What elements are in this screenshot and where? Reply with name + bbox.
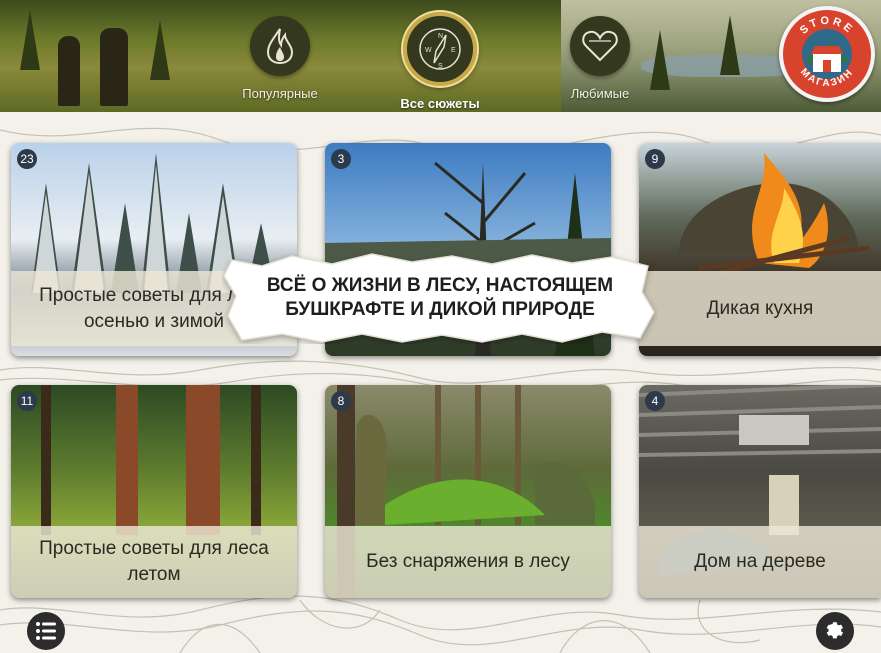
- heart-icon: [570, 16, 630, 76]
- tab-all-stories[interactable]: N W E S Все сюжеты: [380, 12, 500, 111]
- settings-button[interactable]: [816, 612, 854, 650]
- svg-text:S: S: [438, 63, 443, 70]
- story-count-badge: 23: [17, 149, 37, 169]
- svg-text:N: N: [438, 33, 443, 40]
- story-title: Простые советы для леса летом: [11, 526, 297, 598]
- header-banner: Популярные N W E S Все сюжеты Любимые ST…: [0, 0, 881, 112]
- flame-icon: [250, 16, 310, 76]
- tab-popular[interactable]: Популярные: [220, 16, 340, 101]
- list-menu-icon: [36, 622, 56, 640]
- story-title: Дикая кухня: [639, 271, 881, 346]
- header-hiker: [58, 36, 80, 106]
- story-title: Дом на дереве: [639, 526, 881, 598]
- store-button[interactable]: STORE МАГАЗИН: [779, 6, 875, 102]
- story-card[interactable]: 8 Без снаряжения в лесу: [325, 385, 611, 598]
- gear-icon: [826, 622, 844, 639]
- svg-text:E: E: [451, 47, 456, 54]
- story-card[interactable]: 9 Дикая кухня: [639, 143, 881, 356]
- story-count-badge: 4: [645, 391, 665, 411]
- svg-text:W: W: [425, 47, 432, 54]
- list-menu-button[interactable]: [27, 612, 65, 650]
- tab-popular-label: Популярные: [242, 86, 318, 101]
- promo-banner: ВСЁ О ЖИЗНИ В ЛЕСУ, НАСТОЯЩЕМ БУШКРАФТЕ …: [222, 252, 658, 344]
- tab-all-stories-label: Все сюжеты: [400, 96, 480, 111]
- header-tree: [150, 20, 170, 80]
- compass-icon: N W E S: [403, 12, 477, 86]
- story-card[interactable]: 4 Дом на дереве: [639, 385, 881, 598]
- story-count-badge: 11: [17, 391, 37, 411]
- promo-banner-text: ВСЁ О ЖИЗНИ В ЛЕСУ, НАСТОЯЩЕМ БУШКРАФТЕ …: [266, 275, 614, 320]
- story-card[interactable]: 11 Простые советы для леса летом: [11, 385, 297, 598]
- story-title: Без снаряжения в лесу: [325, 526, 611, 598]
- story-count-badge: 8: [331, 391, 351, 411]
- tab-favorites[interactable]: Любимые: [540, 16, 660, 101]
- tab-favorites-label: Любимые: [570, 86, 630, 101]
- header-tree: [720, 15, 740, 75]
- story-count-badge: 3: [331, 149, 351, 169]
- header-hiker: [100, 28, 128, 106]
- store-badge: STORE МАГАЗИН: [783, 10, 871, 98]
- header-tree: [20, 10, 40, 70]
- story-count-badge: 9: [645, 149, 665, 169]
